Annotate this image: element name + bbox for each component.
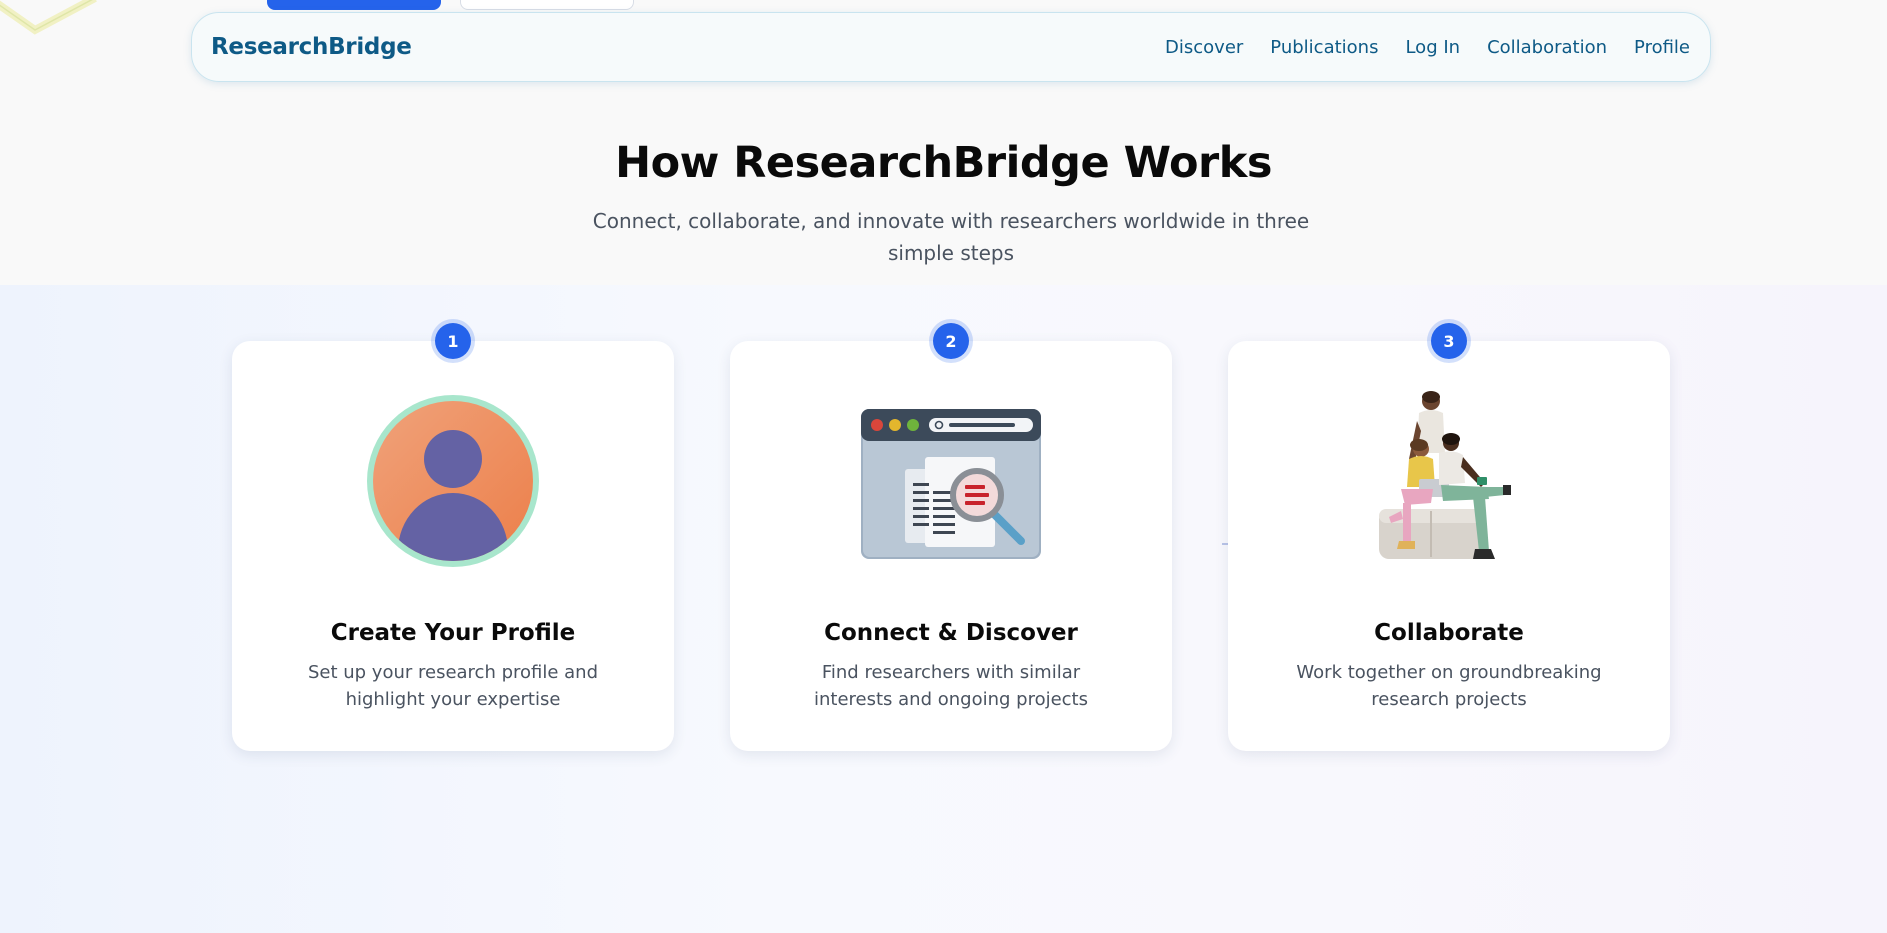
nav-link-profile[interactable]: Profile xyxy=(1634,37,1690,58)
step-title: Connect & Discover xyxy=(824,620,1078,646)
step-title: Create Your Profile xyxy=(330,620,576,646)
team-collaboration-illustration xyxy=(1359,391,1539,571)
section-title: How ResearchBridge Works xyxy=(615,138,1272,188)
step-card-create-profile: 1 Create Your Profile Set up your resear… xyxy=(232,323,674,751)
brand-logo[interactable]: ResearchBridge xyxy=(211,34,412,60)
step-number-badge: 1 xyxy=(435,323,471,359)
nav-links: Discover Publications Log In Collaborati… xyxy=(1165,37,1690,58)
nav-link-collaboration[interactable]: Collaboration xyxy=(1487,37,1607,58)
section-subtitle: Connect, collaborate, and innovate with … xyxy=(592,209,1310,265)
nav-link-publications[interactable]: Publications xyxy=(1270,37,1378,58)
step-card-collaborate: 3 Collaborate Work together on groundbre… xyxy=(1228,323,1670,751)
step-title: Collaborate xyxy=(1374,620,1524,646)
step-card-connect-discover: 2 Connect & Discover Find researchers wi… xyxy=(730,323,1172,751)
corner-decoration xyxy=(0,0,100,40)
step-description: Work together on groundbreaking research… xyxy=(1296,662,1602,710)
step-number-badge: 3 xyxy=(1431,323,1467,359)
step-description: Set up your research profile and highlig… xyxy=(307,662,599,710)
step-number-badge: 2 xyxy=(933,323,969,359)
top-secondary-button[interactable] xyxy=(460,0,634,10)
nav-link-log-in[interactable]: Log In xyxy=(1405,37,1460,58)
nav-link-discover[interactable]: Discover xyxy=(1165,37,1243,58)
step-description: Find researchers with similar interests … xyxy=(813,662,1088,710)
browser-search-icon xyxy=(861,391,1041,571)
navbar: ResearchBridge Discover Publications Log… xyxy=(191,12,1711,82)
user-profile-icon xyxy=(363,391,543,571)
top-primary-button[interactable] xyxy=(267,0,441,10)
